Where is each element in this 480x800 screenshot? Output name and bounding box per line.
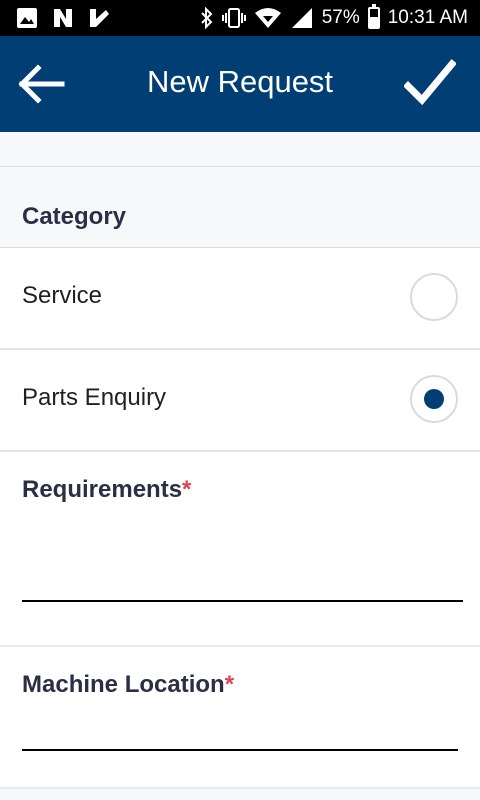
battery-icon: [367, 4, 380, 29]
option-label: Service: [22, 282, 103, 309]
wifi-icon: [254, 8, 281, 28]
machine-location-input[interactable]: [22, 715, 458, 751]
bluetooth-icon: [200, 7, 213, 29]
requirements-input[interactable]: [22, 524, 463, 602]
image-icon: [17, 8, 37, 28]
vibrate-icon: [221, 8, 246, 28]
category-option-service[interactable]: Service: [0, 248, 480, 350]
radio-button-parts-enquiry[interactable]: [410, 375, 458, 423]
system-status-icons: 57% 10:31 AM: [200, 0, 468, 36]
status-bar: 57% 10:31 AM: [0, 0, 480, 36]
confirm-button[interactable]: [403, 58, 457, 110]
requirements-label: Requirements*: [22, 476, 191, 504]
category-title: Category: [22, 203, 127, 230]
clock: 10:31 AM: [387, 7, 468, 28]
top-divider: [0, 132, 480, 167]
required-asterisk: *: [224, 671, 235, 698]
machine-location-label: Machine Location*: [22, 671, 234, 699]
form-content: Category Service Parts Enquiry Requireme…: [0, 132, 480, 800]
battery-percent: 57%: [321, 7, 360, 28]
category-header: Category: [0, 167, 480, 248]
machine-location-section: Machine Location*: [0, 647, 480, 789]
checkmark-app-icon: [90, 9, 109, 27]
app-bar: New Request: [0, 36, 480, 132]
battery-fill: [369, 16, 378, 27]
radio-button-service[interactable]: [410, 273, 458, 321]
signal-icon: [291, 8, 312, 28]
machine-location-label-text: Machine Location: [22, 671, 225, 698]
required-asterisk: *: [182, 476, 192, 503]
check-icon: [403, 59, 457, 106]
n-app-icon: [54, 9, 72, 27]
notification-icons: [16, 7, 110, 29]
category-option-parts-enquiry[interactable]: Parts Enquiry: [0, 350, 480, 452]
radio-selected-dot: [424, 389, 444, 409]
requirements-section: Requirements*: [0, 452, 480, 647]
option-label: Parts Enquiry: [22, 384, 167, 411]
requirements-label-text: Requirements: [22, 476, 183, 503]
